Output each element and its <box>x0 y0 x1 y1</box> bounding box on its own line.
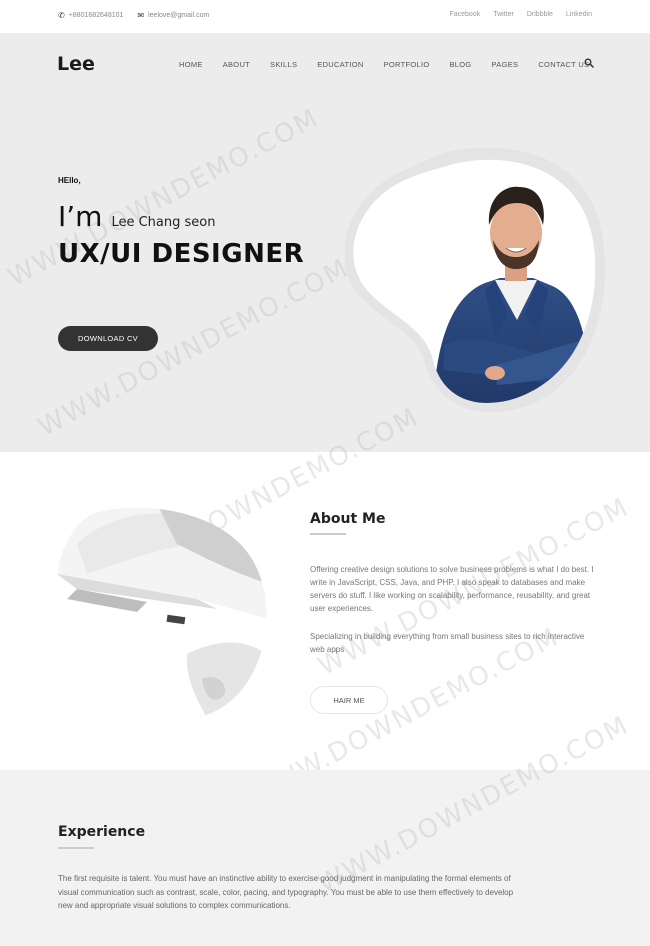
top-bar: ✆ +8801682648101 ✉ leelove@gmail.com Fac… <box>0 0 650 33</box>
phone-number: +8801682648101 <box>68 12 124 19</box>
hero-name: Lee Chang seon <box>111 215 216 230</box>
phone-contact: ✆ +8801682648101 <box>58 11 123 20</box>
nav-item-blog[interactable]: BLOG <box>450 60 472 69</box>
email-address[interactable]: leelove@gmail.com <box>148 12 209 19</box>
main-nav: HOME ABOUT SKILLS EDUCATION PORTFOLIO BL… <box>179 60 589 69</box>
experience-section: WWW.DOWNDEMO.COM Experience The first re… <box>0 710 650 946</box>
contact-info: ✆ +8801682648101 ✉ leelove@gmail.com <box>58 11 209 20</box>
hero-role: UX/UI DESIGNER <box>58 239 305 269</box>
search-icon[interactable] <box>584 58 594 68</box>
hire-me-button[interactable]: HAIR ME <box>310 686 388 714</box>
download-cv-button[interactable]: DOWNLOAD CV <box>58 326 158 351</box>
social-link-dribbble[interactable]: Dribbble <box>527 11 553 18</box>
about-paragraph-1: Offering creative design solutions to so… <box>310 565 594 613</box>
phone-icon: ✆ <box>58 11 65 20</box>
nav-item-education[interactable]: EDUCATION <box>317 60 363 69</box>
email-contact: ✉ leelove@gmail.com <box>137 11 209 20</box>
experience-text: The first requisite is talent. You must … <box>58 874 514 910</box>
nav-item-home[interactable]: HOME <box>179 60 203 69</box>
about-paragraph-2: Specializing in building everything from… <box>310 632 585 654</box>
site-logo[interactable]: Lee <box>57 53 95 75</box>
envelope-icon: ✉ <box>137 11 145 20</box>
social-links: Facebook Twitter Dribbble Linkedin <box>449 11 592 18</box>
about-photo <box>57 507 267 717</box>
about-section: WWW.DOWNDEMO.COM WWW.DOWNDEMO.COM WWW.DO… <box>0 402 650 812</box>
experience-divider <box>58 847 94 849</box>
about-title: About Me <box>310 511 386 527</box>
social-link-twitter[interactable]: Twitter <box>493 11 514 18</box>
profile-photo <box>345 147 605 413</box>
hero-section: WWW.DOWNDEMO.COM WWW.DOWNDEMO.COM Lee HO… <box>0 33 650 452</box>
social-link-facebook[interactable]: Facebook <box>449 11 480 18</box>
nav-item-portfolio[interactable]: PORTFOLIO <box>384 60 430 69</box>
nav-item-about[interactable]: ABOUT <box>223 60 250 69</box>
hero-intro: I’m Lee Chang seon <box>58 200 215 233</box>
hero-greeting: HEllo, <box>58 176 81 185</box>
hero-im: I’m <box>58 200 103 233</box>
nav-item-pages[interactable]: PAGES <box>492 60 519 69</box>
experience-title: Experience <box>58 824 146 840</box>
nav-item-contact[interactable]: CONTACT US <box>538 60 589 69</box>
about-divider <box>310 533 346 535</box>
social-link-linkedin[interactable]: Linkedin <box>566 11 592 18</box>
nav-item-skills[interactable]: SKILLS <box>270 60 297 69</box>
